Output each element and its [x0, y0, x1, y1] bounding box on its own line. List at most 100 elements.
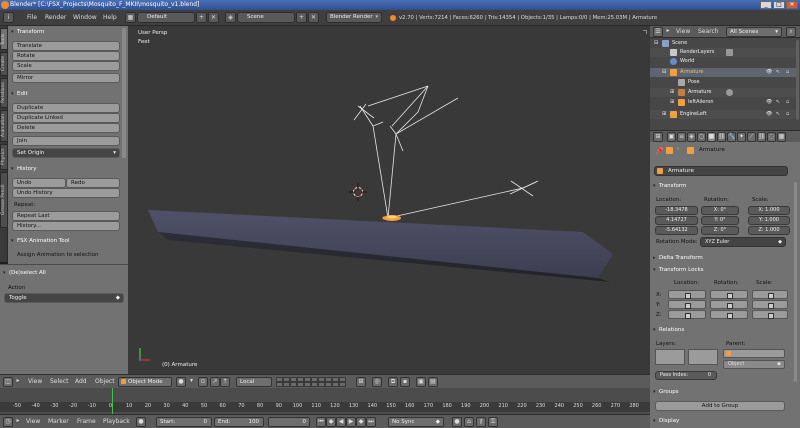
- relations-panel-header[interactable]: ▾ Relations: [650, 324, 800, 336]
- outliner-row[interactable]: ⊞ EngineLeft 👁 ↖ ▫: [650, 110, 796, 119]
- delta-transform-panel-header[interactable]: ▸ Delta Transform: [650, 252, 800, 264]
- properties-scrollbar[interactable]: [794, 182, 797, 382]
- lock-location-y-toggle[interactable]: [668, 300, 706, 309]
- location-x-field[interactable]: -18.3478: [655, 206, 698, 215]
- pin-icon[interactable]: 📌: [655, 147, 664, 155]
- transform-panel-header[interactable]: ▾ Transform: [8, 26, 126, 38]
- parent-field[interactable]: [723, 349, 785, 358]
- lock-rotation-y-toggle[interactable]: [710, 300, 748, 309]
- timeline-area[interactable]: -50 -40 -30 -20 -10 0 10 20 30 40 50 60 70 80 90 100 110…: [0, 388, 650, 414]
- duplicate-button[interactable]: Duplicate: [12, 103, 120, 113]
- render-animation-icon[interactable]: ▤: [428, 377, 438, 387]
- current-frame-marker[interactable]: [112, 388, 113, 414]
- visibility-eye-icon[interactable]: 👁: [766, 98, 772, 107]
- menu-help[interactable]: Help: [103, 10, 117, 26]
- render-preview-icon[interactable]: ▣: [416, 377, 426, 387]
- editor-type-info-icon[interactable]: i: [3, 12, 14, 23]
- menu-object[interactable]: Object: [95, 375, 115, 389]
- next-keyframe-icon[interactable]: ◆: [356, 417, 366, 427]
- fsx-animation-panel-header[interactable]: ▾ FSX Animation Tool: [8, 235, 126, 247]
- rotation-x-field[interactable]: X: 0°: [701, 206, 739, 215]
- editor-type-properties-icon[interactable]: ⊞: [653, 132, 663, 142]
- translate-manipulator-icon[interactable]: ↑: [220, 377, 230, 387]
- remove-screen-button[interactable]: ✕: [208, 12, 219, 23]
- menu-frame[interactable]: Frame: [77, 415, 96, 428]
- groups-panel-header[interactable]: ▾ Groups: [650, 386, 800, 398]
- history-button[interactable]: History...: [12, 221, 120, 231]
- scene-tab-icon[interactable]: ◈: [687, 132, 696, 142]
- record-icon[interactable]: ●: [136, 417, 146, 427]
- transform-panel-header[interactable]: ▾ Transform: [650, 180, 800, 192]
- delete-button[interactable]: Delete: [12, 123, 120, 133]
- add-to-group-button[interactable]: Add to Group: [655, 401, 785, 411]
- history-panel-header[interactable]: ▾ History: [8, 163, 126, 175]
- screen-layout-select[interactable]: Default: [137, 12, 195, 23]
- tab-relations[interactable]: Relations: [0, 78, 8, 108]
- bone-tab-icon[interactable]: ⟋: [747, 132, 756, 142]
- area-corner-handle[interactable]: [643, 30, 647, 34]
- auto-keying-icon[interactable]: ●: [452, 417, 462, 427]
- collapse-triangle-icon[interactable]: ⊞: [670, 88, 674, 97]
- remove-scene-button[interactable]: ✕: [308, 12, 319, 23]
- scene-icon[interactable]: ◈: [225, 12, 236, 23]
- start-frame-field[interactable]: Start: 0: [156, 417, 212, 427]
- set-origin-select[interactable]: Set Origin ▾: [12, 148, 120, 158]
- jump-start-icon[interactable]: ⏮: [316, 417, 326, 427]
- join-button[interactable]: Join: [12, 136, 120, 146]
- prev-keyframe-icon[interactable]: ◆: [326, 417, 336, 427]
- constraints-tab-icon[interactable]: ⛓: [717, 132, 726, 142]
- close-button[interactable]: ✕: [786, 1, 798, 9]
- scene-select[interactable]: Scene: [237, 12, 295, 23]
- play-reverse-icon[interactable]: ◀: [336, 417, 346, 427]
- lock-scale-z-toggle[interactable]: [752, 310, 788, 319]
- editor-type-timeline-icon[interactable]: ◷: [3, 417, 13, 427]
- editor-type-3d-icon[interactable]: ◫: [3, 377, 13, 387]
- render-camera-icon[interactable]: ▫: [786, 68, 789, 77]
- menu-window[interactable]: Window: [73, 10, 97, 26]
- viewport-shading-icon[interactable]: ●: [176, 377, 186, 387]
- modifiers-tab-icon[interactable]: 🔧: [727, 132, 736, 142]
- tab-tools[interactable]: Tools: [0, 28, 8, 50]
- operator-panel-header[interactable]: ▾ (De)select All: [0, 267, 128, 279]
- collapse-triangle-icon[interactable]: ⊞: [670, 98, 674, 107]
- menu-add[interactable]: Add: [75, 375, 87, 389]
- outliner-row[interactable]: RenderLayers: [650, 48, 796, 57]
- translate-button[interactable]: Translate: [12, 41, 120, 51]
- transform-orientation-select[interactable]: Local: [236, 377, 272, 387]
- timeline-ruler[interactable]: -50 -40 -30 -20 -10 0 10 20 30 40 50 60 70 80 90 100 110…: [0, 402, 650, 412]
- render-engine-select[interactable]: Blender Render ▾: [326, 12, 382, 23]
- world-tab-icon[interactable]: ○: [697, 132, 706, 142]
- lock-rotation-x-toggle[interactable]: [710, 290, 748, 299]
- selectable-arrow-icon[interactable]: ↖: [776, 110, 780, 119]
- minimize-button[interactable]: _: [760, 1, 772, 9]
- pass-index-field[interactable]: Pass Index: 0: [655, 371, 717, 380]
- edit-panel-header[interactable]: ▾ Edit: [8, 88, 126, 100]
- location-z-field[interactable]: -5.64132: [655, 226, 698, 235]
- menu-collapse-icon[interactable]: ▸: [665, 27, 671, 37]
- tab-animation[interactable]: Animation: [0, 110, 8, 142]
- undo-button[interactable]: Undo: [12, 178, 66, 188]
- outliner-scrollbar[interactable]: [796, 40, 799, 120]
- play-icon[interactable]: ▶: [346, 417, 356, 427]
- lock-location-x-toggle[interactable]: [668, 290, 706, 299]
- editor-type-outliner-icon[interactable]: ☰: [653, 27, 663, 37]
- menu-file[interactable]: File: [27, 10, 37, 26]
- lock-scale-y-toggle[interactable]: [752, 300, 788, 309]
- selectable-arrow-icon[interactable]: ↖: [776, 68, 780, 77]
- menu-collapse-icon[interactable]: ▸: [15, 377, 21, 387]
- menu-marker[interactable]: Marker: [48, 415, 69, 428]
- outliner-filter-select[interactable]: All Scenes ▾: [726, 27, 782, 37]
- search-icon[interactable]: ⌕: [786, 27, 796, 37]
- current-frame-field[interactable]: 0: [268, 417, 310, 427]
- object-tab-icon[interactable]: ■: [707, 132, 716, 142]
- location-y-field[interactable]: 4.14727: [655, 216, 698, 225]
- rotation-z-field[interactable]: Z: 0°: [701, 226, 739, 235]
- tab-physics[interactable]: Physics: [0, 144, 8, 170]
- outliner-row[interactable]: ⊞ Armature: [650, 88, 796, 97]
- menu-select[interactable]: Select: [50, 375, 69, 389]
- rotation-mode-select[interactable]: XYZ Euler ◆: [700, 237, 786, 247]
- collapse-triangle-icon[interactable]: ⊟: [654, 39, 658, 48]
- undo-history-button[interactable]: Undo History: [12, 188, 120, 198]
- outliner-row[interactable]: Pose: [650, 78, 796, 87]
- menu-view[interactable]: View: [26, 415, 40, 428]
